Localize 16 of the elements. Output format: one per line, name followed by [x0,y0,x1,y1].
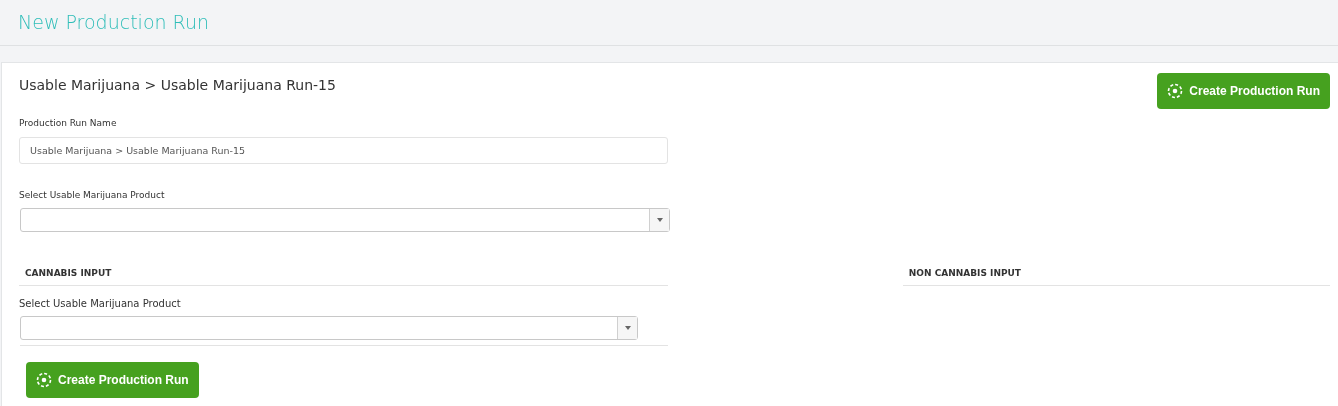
create-production-run-button[interactable]: Create Production Run [1157,73,1330,109]
field-label: Select Usable Marijuana Product [19,188,166,202]
loading-icon [1167,83,1184,99]
create-production-run-button[interactable]: Create Production Run [26,362,199,398]
section-heading: NON CANNABIS INPUT [908,266,1021,280]
field-label: Production Run Name [19,117,118,130]
caret-icon [624,326,631,330]
product-select[interactable] [20,316,638,340]
product-select[interactable] [20,208,670,232]
section-heading: CANNABIS INPUT [25,266,112,280]
loading-icon [36,372,52,388]
field-label: Select Usable Marijuana Product [19,297,182,311]
page-title: New Production Run [18,10,210,36]
production-run-name-field[interactable]: Usable Marijuana > Usable Marijuana Run-15 [19,136,668,164]
caret-icon [656,218,663,222]
breadcrumb-title: Usable Marijuana > Usable Marijuana Run-15 [19,76,336,95]
